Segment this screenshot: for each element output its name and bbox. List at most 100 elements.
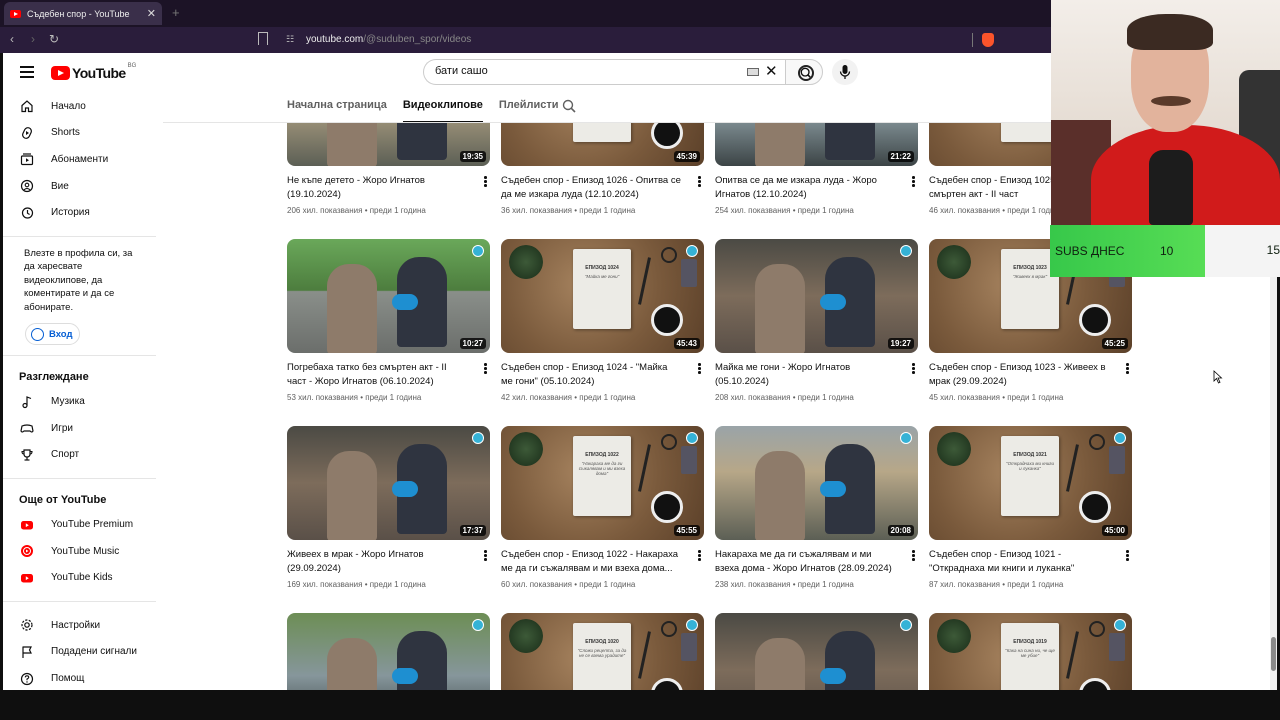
more-options-icon[interactable] bbox=[912, 176, 916, 188]
video-title[interactable]: Живеех в мрак - Жоро Игнатов (29.09.2024… bbox=[287, 548, 467, 575]
video-title[interactable]: Погребаха татко без смъртен акт - II час… bbox=[287, 361, 467, 388]
video-meta: 208 хил. показвания • преди 1 година bbox=[715, 393, 854, 402]
video-thumbnail[interactable] bbox=[715, 613, 918, 690]
more-options-icon[interactable] bbox=[484, 550, 488, 562]
video-meta: 42 хил. показвания • преди 1 година bbox=[501, 393, 636, 402]
browser-tab[interactable]: Съдебен спор - YouTube ✕ bbox=[4, 2, 162, 25]
more-options-icon[interactable] bbox=[698, 363, 702, 375]
video-title[interactable]: Не къпе детето - Жоро Игнатов (19.10.202… bbox=[287, 174, 467, 201]
tab-videos[interactable]: Видеоклипове bbox=[402, 97, 483, 123]
tab-playlists[interactable]: Плейлисти bbox=[499, 97, 559, 123]
menu-icon[interactable] bbox=[20, 66, 34, 78]
forward-arrow-icon[interactable]: › bbox=[31, 32, 35, 46]
search-input[interactable] bbox=[435, 65, 735, 77]
subs-label: SUBS ДНЕС bbox=[1055, 244, 1125, 258]
video-title[interactable]: Опитва се да ме изкара луда - Жоро Игнат… bbox=[715, 174, 895, 201]
video-thumbnail[interactable]: 19:35 bbox=[287, 123, 490, 166]
video-title[interactable]: Майка ме гони - Жоро Игнатов (05.10.2024… bbox=[715, 361, 895, 388]
more-options-icon[interactable] bbox=[698, 176, 702, 188]
video-title[interactable]: Съдебен спор - Епизод 1023 - Живеех в мр… bbox=[929, 361, 1109, 388]
scrollbar-thumb[interactable] bbox=[1271, 637, 1276, 671]
video-thumbnail[interactable]: ЕПИЗОД 1022 "Накараха ме да ги съжалявам … bbox=[501, 426, 704, 540]
subs-goal-widget: SUBS ДНЕС 10 15 bbox=[1050, 225, 1280, 277]
youtube-favicon-icon bbox=[10, 9, 21, 18]
coffee-cup-icon bbox=[651, 123, 683, 149]
taskbar bbox=[0, 690, 1280, 720]
video-meta: 46 хил. показвания • преди 1 година bbox=[929, 206, 1064, 215]
more-options-icon[interactable] bbox=[1126, 363, 1130, 375]
keyboard-icon[interactable] bbox=[747, 68, 759, 76]
thumbnail-episode-title: ЕПИЗОД 1022 bbox=[585, 452, 619, 458]
channel-logo-icon bbox=[900, 432, 912, 444]
channel-logo-icon bbox=[686, 619, 698, 631]
thumbnail-episode-title: ЕПИЗОД 1019 bbox=[1013, 639, 1047, 645]
brave-shields-icon[interactable] bbox=[982, 33, 994, 47]
thumbnail-episode-title: ЕПИЗОД 1024 bbox=[585, 265, 619, 271]
video-thumbnail[interactable]: 45:39 bbox=[501, 123, 704, 166]
more-options-icon[interactable] bbox=[912, 550, 916, 562]
video-duration: 20:08 bbox=[887, 525, 914, 536]
more-options-icon[interactable] bbox=[1126, 550, 1130, 562]
thumbnail-episode-title: ЕПИЗОД 1020 bbox=[585, 639, 619, 645]
video-duration: 19:27 bbox=[887, 338, 914, 349]
subs-today-count: 10 bbox=[1160, 244, 1174, 258]
channel-search-icon[interactable] bbox=[562, 99, 576, 113]
toolbar-separator bbox=[972, 33, 973, 47]
search-icon bbox=[798, 65, 814, 81]
reload-icon[interactable]: ↻ bbox=[49, 32, 59, 46]
search-button[interactable] bbox=[785, 59, 823, 85]
video-duration: 45:55 bbox=[673, 525, 700, 536]
coffee-cup-icon bbox=[651, 304, 683, 336]
thumbnail-episode-subtitle: "Накараха ме да ги съжалявам и ми взеха … bbox=[578, 461, 626, 476]
video-thumbnail[interactable]: ЕПИЗОД 1021 "Откраднаха ми книги и луканк… bbox=[929, 426, 1132, 540]
bookmark-icon[interactable] bbox=[258, 32, 268, 45]
thumbnail-episode-subtitle: "Откраднаха ми книги и луканка" bbox=[1005, 461, 1055, 471]
video-thumbnail[interactable]: 20:08 bbox=[715, 426, 918, 540]
clear-search-icon[interactable]: ✕ bbox=[765, 62, 778, 80]
video-thumbnail[interactable]: ЕПИЗОД 1019 "Кака на сина ни, че ще ме уб… bbox=[929, 613, 1132, 690]
video-thumbnail[interactable]: 19:27 bbox=[715, 239, 918, 353]
microphone-icon bbox=[839, 65, 851, 79]
video-thumbnail[interactable]: ЕПИЗОД 1024 "Майка ме гони" 45:43 bbox=[501, 239, 704, 353]
mouse-cursor-icon bbox=[1213, 370, 1223, 384]
video-thumbnail[interactable]: 10:27 bbox=[287, 239, 490, 353]
video-thumbnail[interactable] bbox=[287, 613, 490, 690]
site-settings-icon[interactable]: ☷ bbox=[286, 34, 294, 45]
video-thumbnail[interactable]: ЕПИЗОД 1020 "Сложи рецепта, за да не се в… bbox=[501, 613, 704, 690]
tab-home[interactable]: Начална страница bbox=[287, 97, 387, 123]
sidebar-item-label: Начало bbox=[51, 100, 86, 112]
video-duration: 21:22 bbox=[887, 151, 914, 162]
more-options-icon[interactable] bbox=[698, 550, 702, 562]
video-duration: 45:43 bbox=[673, 338, 700, 349]
video-title[interactable]: Съдебен спор - Епизод 1026 - Опитва се д… bbox=[501, 174, 681, 201]
tab-close-icon[interactable]: ✕ bbox=[147, 7, 156, 20]
video-thumbnail[interactable]: 21:22 bbox=[715, 123, 918, 166]
channel-logo-icon bbox=[900, 245, 912, 257]
coffee-cup-icon bbox=[651, 491, 683, 523]
microphone-icon bbox=[820, 481, 846, 497]
more-options-icon[interactable] bbox=[484, 176, 488, 188]
video-title[interactable]: Съдебен спор - Епизод 1024 - "Майка ме г… bbox=[501, 361, 681, 388]
video-title[interactable]: Съдебен спор - Епизод 1021 - "Откраднаха… bbox=[929, 548, 1109, 575]
home-icon bbox=[20, 99, 34, 113]
voice-search-button[interactable] bbox=[832, 59, 858, 85]
more-options-icon[interactable] bbox=[912, 363, 916, 375]
sidebar-item-home[interactable]: Начало bbox=[3, 93, 159, 120]
country-code: BG bbox=[127, 63, 137, 69]
video-duration: 45:39 bbox=[673, 151, 700, 162]
video-title[interactable]: Съдебен спор - Епизод 1022 - Накараха ме… bbox=[501, 548, 681, 575]
video-duration: 19:35 bbox=[459, 151, 486, 162]
video-duration: 17:37 bbox=[459, 525, 486, 536]
url-host: youtube.com bbox=[306, 34, 364, 45]
new-tab-button[interactable]: + bbox=[172, 5, 180, 20]
microphone-icon bbox=[392, 481, 418, 497]
video-thumbnail[interactable]: 17:37 bbox=[287, 426, 490, 540]
subs-progress-fill: SUBS ДНЕС 10 bbox=[1050, 225, 1205, 277]
microphone-icon bbox=[392, 668, 418, 684]
back-arrow-icon[interactable]: ‹ bbox=[10, 32, 14, 46]
video-meta: 169 хил. показвания • преди 1 година bbox=[287, 580, 426, 589]
more-options-icon[interactable] bbox=[484, 363, 488, 375]
youtube-logo[interactable]: YouTube BG bbox=[51, 63, 137, 81]
url-field[interactable]: youtube.com/@suduben_spor/videos bbox=[306, 34, 471, 45]
video-title[interactable]: Накараха ме да ги съжалявам и ми взеха д… bbox=[715, 548, 895, 575]
